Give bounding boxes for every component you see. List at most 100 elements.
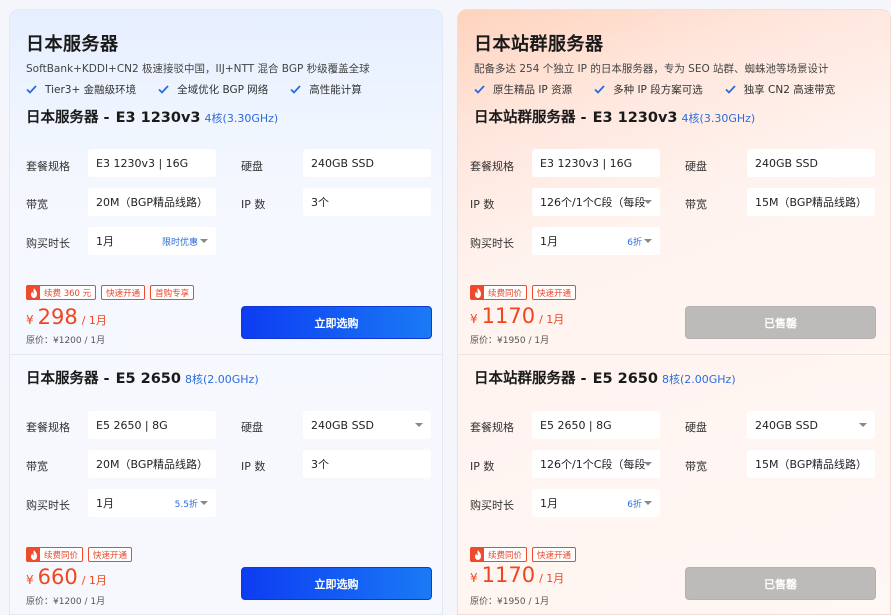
- ip-count-value: 126个/1个C段（每段: [540, 196, 646, 209]
- bandwidth-field[interactable]: 20M（BGP精品线路）: [88, 188, 216, 216]
- duration-value: 1月: [96, 497, 114, 510]
- price-value: 1170: [481, 304, 536, 328]
- duration-select[interactable]: 1月 6折: [532, 489, 660, 517]
- plan-header: 日本站群服务器 - E3 1230v3 4核(3.30GHz): [474, 106, 755, 127]
- feature-label: Tier3+ 金融级环境: [45, 84, 137, 96]
- feature-label: 多种 IP 段方案可选: [613, 84, 703, 96]
- chevron-down-icon: [859, 423, 867, 427]
- badge-text: 续费同价: [488, 550, 523, 561]
- badge-text: 续费同价: [488, 288, 523, 299]
- feature-label: 全域优化 BGP 网络: [177, 84, 269, 96]
- plan-header: 日本服务器 - E5 2650 8核(2.00GHz): [26, 367, 259, 388]
- ip-count-label: IP 数: [470, 460, 495, 473]
- plan-cores: 4核(3.30GHz): [204, 112, 279, 125]
- disk-value: 240GB SSD: [311, 418, 374, 432]
- bandwidth-field[interactable]: 15M（BGP精品线路）: [747, 188, 875, 216]
- disk-select[interactable]: 240GB SSD: [303, 411, 431, 439]
- plan-cores: 8核(2.00GHz): [184, 373, 259, 386]
- feature-item: Tier3+ 金融级环境: [26, 82, 136, 97]
- ip-count-select[interactable]: 126个/1个C段（每段: [532, 188, 660, 216]
- ip-count-label: IP 数: [241, 460, 266, 473]
- duration-select[interactable]: 1月 5.5折: [88, 489, 216, 517]
- duration-label: 购买时长: [26, 237, 70, 250]
- fire-icon: [471, 547, 484, 562]
- plan-cores: 8核(2.00GHz): [661, 373, 736, 386]
- fast-open-badge: 快速开通: [532, 547, 577, 562]
- price-period: / 1月: [81, 314, 107, 327]
- currency-symbol: ¥: [26, 573, 34, 587]
- original-price: 原价：¥1200 / 1月: [26, 597, 106, 607]
- bandwidth-field[interactable]: 15M（BGP精品线路）: [747, 450, 875, 478]
- price-line: ¥ 1170 / 1月: [470, 563, 564, 587]
- ip-count-field[interactable]: 3个: [303, 188, 431, 216]
- spec-label: 套餐规格: [26, 160, 70, 173]
- spec-field[interactable]: E5 2650 | 8G: [532, 411, 660, 439]
- disk-select[interactable]: 240GB SSD: [747, 411, 875, 439]
- duration-select[interactable]: 1月 6折: [532, 227, 660, 255]
- panel-title: 日本站群服务器: [474, 34, 604, 55]
- price-value: 660: [37, 565, 78, 589]
- fire-icon: [471, 285, 484, 300]
- renewal-badge: 续费 360 元: [26, 285, 97, 300]
- original-price: 原价：¥1950 / 1月: [470, 597, 550, 607]
- disk-label: 硬盘: [241, 421, 263, 434]
- japan-site-group-server-panel: 日本站群服务器 配备多达 254 个独立 IP 的日本服务器，专为 SEO 站群…: [457, 9, 891, 615]
- feature-list: 原生精品 IP 资源 多种 IP 段方案可选 独享 CN2 高速带宽: [474, 82, 857, 97]
- sold-out-button[interactable]: 已售罄: [685, 567, 876, 600]
- check-icon: [594, 85, 605, 94]
- plan-model: E3 1230v3: [592, 110, 678, 126]
- bandwidth-label: 带宽: [685, 198, 707, 211]
- first-purchase-badge: 首购专享: [150, 285, 195, 300]
- chevron-down-icon: [644, 501, 652, 505]
- badge-text: 续费 360 元: [44, 288, 92, 299]
- bandwidth-field[interactable]: 20M（BGP精品线路）: [88, 450, 216, 478]
- disk-field[interactable]: 240GB SSD: [747, 149, 875, 177]
- badge-list: 续费 360 元 快速开通 首购专享: [26, 285, 195, 300]
- plan-name: 日本站群服务器 -: [474, 110, 587, 126]
- ip-count-value: 3个: [311, 196, 329, 209]
- plan-name: 日本服务器 -: [26, 371, 110, 387]
- feature-item: 多种 IP 段方案可选: [594, 82, 703, 97]
- currency-symbol: ¥: [26, 313, 34, 327]
- ip-count-label: IP 数: [470, 198, 495, 211]
- ip-count-select[interactable]: 126个/1个C段（每段: [532, 450, 660, 478]
- spec-value: E3 1230v3 | 16G: [540, 156, 633, 170]
- spec-value: E5 2650 | 8G: [540, 418, 612, 432]
- bandwidth-label: 带宽: [685, 460, 707, 473]
- price-period: / 1月: [81, 574, 107, 587]
- fire-icon: [27, 547, 40, 562]
- buy-now-button[interactable]: 立即选购: [241, 567, 432, 600]
- chevron-down-icon: [644, 200, 652, 204]
- spec-value: E3 1230v3 | 16G: [96, 156, 189, 170]
- renewal-badge: 续费同价: [26, 547, 84, 562]
- spec-label: 套餐规格: [26, 421, 70, 434]
- original-price: 原价：¥1950 / 1月: [470, 336, 550, 346]
- fast-open-badge: 快速开通: [532, 285, 577, 300]
- chevron-down-icon: [644, 239, 652, 243]
- spec-field[interactable]: E5 2650 | 8G: [88, 411, 216, 439]
- badge-list: 续费同价 快速开通: [26, 547, 133, 562]
- spec-label: 套餐规格: [470, 160, 514, 173]
- disk-field[interactable]: 240GB SSD: [303, 149, 431, 177]
- plan-header: 日本站群服务器 - E5 2650 8核(2.00GHz): [474, 367, 736, 388]
- ip-count-value: 126个/1个C段（每段: [540, 458, 646, 471]
- ip-count-value: 3个: [311, 458, 329, 471]
- spec-field[interactable]: E3 1230v3 | 16G: [88, 149, 216, 177]
- original-price: 原价：¥1200 / 1月: [26, 336, 106, 346]
- sold-out-button[interactable]: 已售罄: [685, 306, 876, 339]
- spec-field[interactable]: E3 1230v3 | 16G: [532, 149, 660, 177]
- buy-now-button[interactable]: 立即选购: [241, 306, 432, 339]
- check-icon: [158, 85, 169, 94]
- feature-item: 高性能计算: [290, 82, 362, 97]
- feature-item: 原生精品 IP 资源: [474, 82, 572, 97]
- ip-count-field[interactable]: 3个: [303, 450, 431, 478]
- plan-header: 日本服务器 - E3 1230v3 4核(3.30GHz): [26, 106, 278, 127]
- divider: [10, 354, 442, 355]
- price-period: / 1月: [539, 313, 565, 326]
- chevron-down-icon: [415, 423, 423, 427]
- bandwidth-value: 20M（BGP精品线路）: [96, 196, 208, 209]
- check-icon: [290, 85, 301, 94]
- duration-select[interactable]: 1月 限时优惠: [88, 227, 216, 255]
- check-icon: [474, 85, 485, 94]
- disk-value: 240GB SSD: [755, 156, 818, 170]
